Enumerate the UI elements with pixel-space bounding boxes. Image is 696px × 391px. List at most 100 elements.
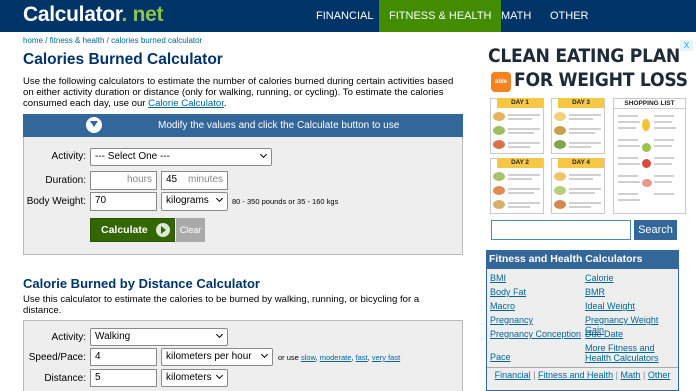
activity-select-value: --- Select One --- (95, 151, 171, 162)
site-logo[interactable]: Calculator. net (23, 3, 164, 27)
speed-value: 4 (95, 351, 101, 362)
body-weight-label: Body Weight: (26, 196, 86, 207)
minutes-unit: minutes (187, 174, 223, 185)
distance-activity-select[interactable]: Walking (90, 328, 228, 346)
link-bmi[interactable]: BMI (490, 273, 506, 283)
calorie-calculator-link[interactable]: Calorie Calculator (148, 98, 224, 109)
link-more-fitness[interactable]: More Fitness and Health Calculators (585, 343, 679, 363)
day-card: DAY 1 (490, 98, 544, 154)
activity-label: Activity: (51, 151, 86, 162)
page-title: Calories Burned Calculator (23, 51, 223, 68)
shopping-list: SHOPPING LIST (613, 98, 686, 214)
day-card: DAY 4 (551, 158, 605, 214)
ad-close-icon[interactable]: X (680, 40, 693, 51)
breadcrumb-fitness[interactable]: fitness & health (50, 36, 105, 45)
distance-unit-select[interactable]: kilometers (161, 369, 228, 387)
breadcrumb: home / fitness & health / calories burne… (23, 36, 203, 45)
day-label: DAY 3 (558, 98, 604, 108)
minutes-input[interactable]: 45 minutes (161, 171, 228, 190)
nav-math[interactable]: MATH (491, 0, 541, 32)
hours-input[interactable]: hours (90, 171, 157, 190)
distance-activity-label: Activity: (51, 332, 86, 343)
clear-button[interactable]: Clear (176, 218, 205, 242)
food-icon (493, 140, 505, 149)
speed-unit-select[interactable]: kilometers per hour (161, 348, 273, 366)
logo-dot: . (121, 3, 128, 26)
speed-input[interactable]: 4 (90, 348, 157, 366)
lime-icon (642, 143, 651, 152)
banana-icon (642, 119, 650, 131)
distance-input[interactable]: 5 (90, 369, 157, 387)
food-icon (493, 112, 505, 121)
sidebar-title: Fitness and Health Calculators (486, 250, 679, 269)
distance-unit-value: kilometers (166, 372, 212, 383)
search-input[interactable] (491, 220, 631, 240)
food-icon (554, 126, 566, 135)
speed-moderate-link[interactable]: moderate (320, 353, 352, 362)
distance-activity-value: Walking (95, 331, 131, 342)
day-label: DAY 1 (497, 98, 543, 108)
footer-fitness-health[interactable]: Fitness and Health (538, 370, 613, 380)
footer-other[interactable]: Other (648, 370, 671, 380)
breadcrumb-current[interactable]: calories burned calculator (111, 36, 202, 45)
intro-end: . (223, 98, 227, 109)
sidebar-footer-nav: Financial | Fitness and Health | Math | … (487, 367, 678, 380)
link-macro[interactable]: Macro (490, 301, 515, 311)
food-icon (493, 126, 505, 135)
food-icon (493, 186, 505, 195)
link-bmr[interactable]: BMR (585, 287, 605, 297)
ad-logo: able (491, 72, 511, 92)
food-icon (554, 200, 566, 209)
ad-headline-1: CLEAN EATING PLAN (488, 46, 680, 67)
speed-unit-value: kilometers per hour (166, 351, 252, 362)
calculate-button[interactable]: Calculate (90, 218, 175, 242)
minutes-value: 45 (166, 174, 178, 185)
distance-label: Distance: (44, 373, 86, 384)
nav-fitness-health[interactable]: FITNESS & HEALTH (379, 0, 502, 32)
meal-plan-image: DAY 1 DAY 3 DAY 2 DAY 4 SHOPPING LIST (490, 98, 690, 236)
speed-hint: or use slow, moderate, fast, very fast (278, 353, 401, 362)
chevron-down-icon (215, 330, 224, 339)
link-pregnancy[interactable]: Pregnancy (490, 315, 533, 325)
logo-net: net (132, 3, 164, 26)
distance-calculator-intro: Use this calculator to estimate the calo… (23, 294, 420, 316)
logo-text: Calculator (23, 3, 122, 26)
sidebar-links: BMI Body Fat Macro Pregnancy Pregnancy C… (486, 269, 679, 391)
breadcrumb-home[interactable]: home (23, 36, 43, 45)
nav-financial[interactable]: FINANCIAL (306, 0, 383, 32)
distance-value: 5 (95, 372, 101, 383)
speed-very-fast-link[interactable]: very fast (372, 353, 400, 362)
link-pace[interactable]: Pace (490, 352, 511, 362)
weight-hint: 80 - 350 pounds or 35 - 160 kgs (232, 197, 339, 206)
speed-fast-link[interactable]: fast (356, 353, 368, 362)
nav-other[interactable]: OTHER (540, 0, 599, 32)
activity-select[interactable]: --- Select One --- (90, 148, 272, 166)
intro-text: Use the following calculators to estimat… (23, 76, 463, 109)
weight-unit-select[interactable]: kilograms (161, 192, 228, 211)
food-icon (554, 112, 566, 121)
link-calorie[interactable]: Calorie (585, 273, 614, 283)
link-due-date[interactable]: Due Date (585, 329, 623, 339)
body-weight-input[interactable]: 70 (90, 192, 157, 211)
ad-banner[interactable]: X CLEAN EATING PLAN able FOR WEIGHT LOSS… (486, 40, 694, 240)
intro-body: Use the following calculators to estimat… (23, 76, 454, 109)
speed-label: Speed/Pace: (28, 352, 86, 363)
footer-financial[interactable]: Financial (495, 370, 531, 380)
day-card: DAY 2 (490, 158, 544, 214)
chevron-down-icon (215, 194, 224, 203)
search-button[interactable]: Search (634, 220, 677, 240)
chevron-down-icon[interactable] (86, 117, 102, 133)
link-ideal-weight[interactable]: Ideal Weight (585, 301, 635, 311)
day-label: DAY 2 (497, 158, 543, 168)
speed-slow-link[interactable]: slow (301, 353, 316, 362)
footer-math[interactable]: Math (620, 370, 640, 380)
link-body-fat[interactable]: Body Fat (490, 287, 526, 297)
food-icon (554, 140, 566, 149)
hours-placeholder: hours (126, 174, 152, 185)
calculator-banner[interactable]: Modify the values and click the Calculat… (23, 114, 463, 137)
link-pregnancy-conception[interactable]: Pregnancy Conception (490, 329, 581, 339)
food-icon (493, 200, 505, 209)
salmon-icon (642, 179, 652, 187)
top-header: Calculator. net FINANCIAL FITNESS & HEAL… (0, 0, 696, 32)
chevron-down-icon (260, 350, 269, 359)
